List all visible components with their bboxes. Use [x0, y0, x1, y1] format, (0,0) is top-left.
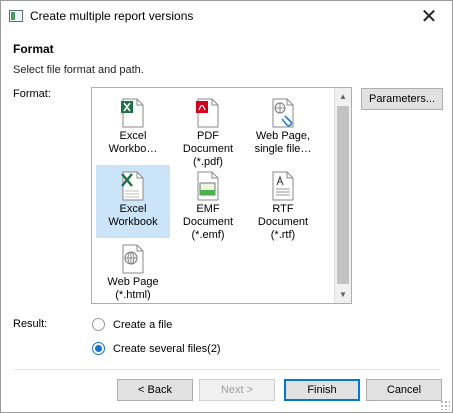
radio-label: Create a file	[113, 318, 173, 331]
window-title: Create multiple report versions	[30, 9, 194, 23]
tile-label: Web Page (*.html)	[107, 276, 159, 301]
format-tile-rtf[interactable]: RTF Document (*.rtf)	[246, 165, 320, 241]
html-icon	[122, 244, 144, 274]
scroll-thumb[interactable]	[337, 106, 349, 284]
format-tile-emf[interactable]: EMF Document (*.emf)	[171, 165, 245, 241]
tile-label: Excel Workbo…	[108, 130, 158, 155]
tile-label: Excel Workbook	[108, 203, 158, 228]
tile-label: RTF Document (*.rtf)	[257, 203, 309, 241]
rtf-icon	[272, 171, 294, 201]
excel-97-icon	[121, 98, 144, 128]
format-tile-html[interactable]: Web Page (*.html)	[96, 238, 170, 303]
web-archive-icon	[272, 98, 294, 128]
dialog-content: Format Select file format and path. Form…	[1, 32, 452, 362]
next-button[interactable]: Next >	[199, 379, 275, 401]
tile-label: Web Page, single file…	[254, 130, 312, 155]
close-button[interactable]: ✕	[406, 1, 452, 31]
format-list[interactable]: Excel Workbo… PDF Document (*.pdf) Web P…	[91, 87, 352, 304]
scroll-down-icon[interactable]: ▼	[335, 286, 351, 303]
list-scrollbar[interactable]: ▲ ▼	[334, 88, 351, 303]
radio-create-several-files[interactable]: Create several files(2)	[92, 342, 221, 355]
format-tile-excel[interactable]: Excel Workbook	[96, 165, 170, 238]
pdf-icon	[196, 98, 219, 128]
radio-label: Create several files(2)	[113, 342, 221, 355]
back-button[interactable]: < Back	[117, 379, 193, 401]
scroll-up-icon[interactable]: ▲	[335, 88, 351, 105]
tile-label: EMF Document (*.emf)	[182, 203, 234, 241]
format-tile-pdf[interactable]: PDF Document (*.pdf)	[171, 92, 245, 168]
parameters-button[interactable]: Parameters...	[361, 88, 443, 110]
dialog-window: Create multiple report versions ✕ Format…	[0, 0, 453, 413]
excel-icon	[121, 171, 144, 201]
tile-label: PDF Document (*.pdf)	[182, 130, 234, 168]
format-label: Format:	[13, 88, 51, 100]
resize-grip-icon[interactable]	[440, 400, 450, 410]
radio-create-file[interactable]: Create a file	[92, 318, 172, 331]
section-title: Format	[13, 42, 54, 56]
app-icon	[9, 10, 23, 22]
close-icon: ✕	[420, 4, 438, 28]
finish-button[interactable]: Finish	[284, 379, 360, 401]
section-description: Select file format and path.	[13, 64, 144, 76]
radio-circle[interactable]	[92, 318, 105, 331]
format-tile-excel-97[interactable]: Excel Workbo…	[96, 92, 170, 165]
emf-icon	[197, 171, 219, 201]
footer-divider	[13, 369, 440, 370]
format-tile-web-archive[interactable]: Web Page, single file…	[246, 92, 320, 165]
cancel-button[interactable]: Cancel	[366, 379, 442, 401]
radio-circle[interactable]	[92, 342, 105, 355]
result-label: Result:	[13, 318, 48, 330]
title-bar: Create multiple report versions ✕	[1, 1, 452, 31]
